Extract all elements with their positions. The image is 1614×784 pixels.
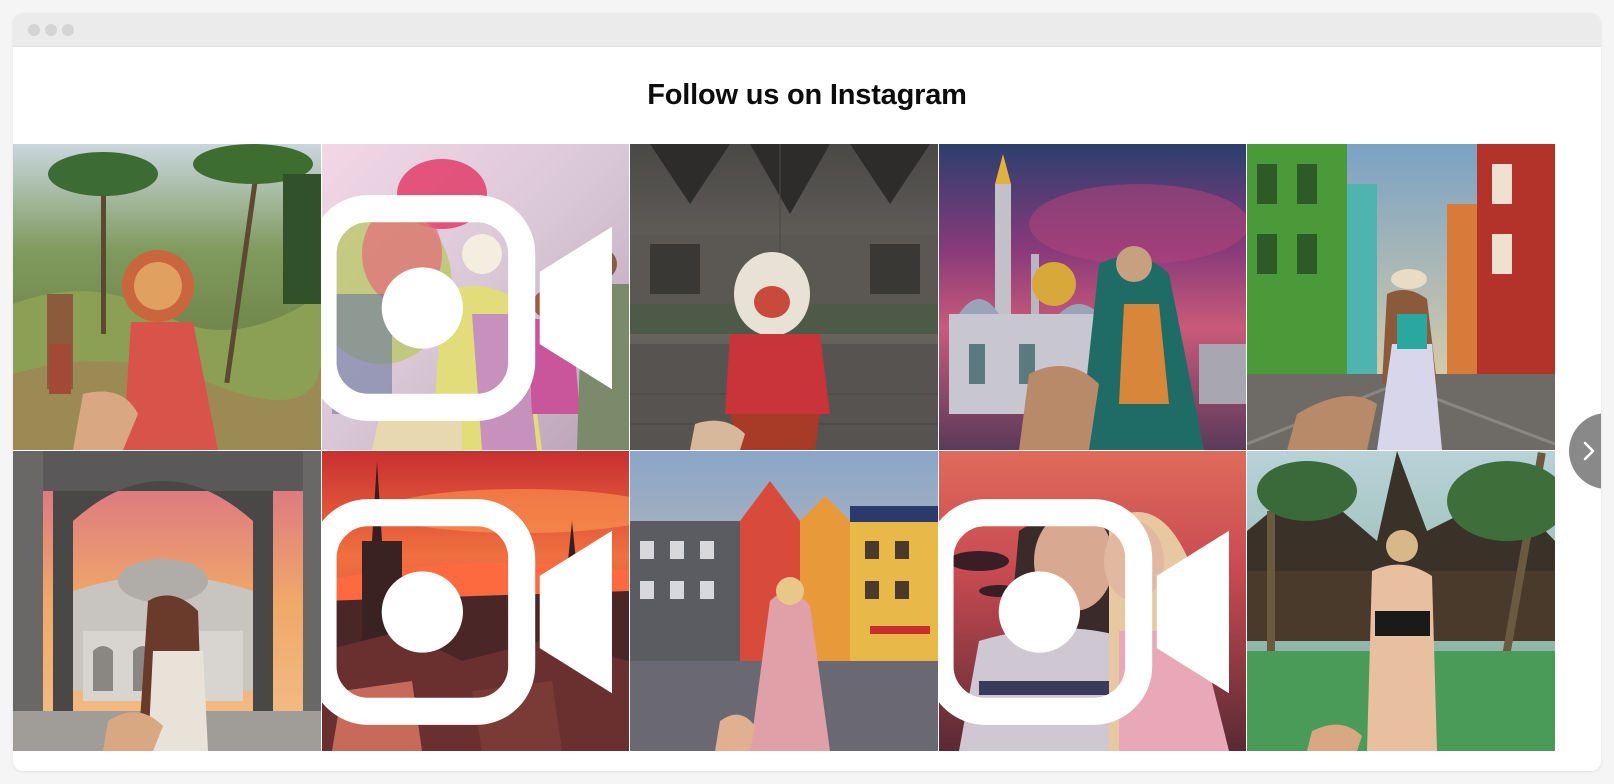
instagram-post[interactable]: [630, 451, 938, 751]
instagram-post[interactable]: [1247, 451, 1555, 751]
video-camera-icon: [322, 499, 612, 725]
instagram-post[interactable]: [630, 144, 938, 450]
instagram-post[interactable]: [322, 451, 629, 751]
video-camera-icon: [322, 195, 612, 421]
post-image: [13, 451, 321, 751]
window-maximize-dot[interactable]: [62, 24, 74, 36]
instagram-post[interactable]: [1247, 144, 1555, 450]
instagram-post[interactable]: [939, 144, 1246, 450]
instagram-post[interactable]: [939, 451, 1246, 751]
post-image: [1247, 451, 1555, 751]
post-image: [630, 144, 938, 450]
chevron-right-icon: [1583, 441, 1595, 461]
browser-window: Follow us on Instagram: [13, 13, 1601, 771]
instagram-post[interactable]: [13, 144, 321, 450]
post-image: [630, 451, 938, 751]
instagram-grid: [13, 144, 1601, 771]
post-image: [1247, 144, 1555, 450]
instagram-post[interactable]: [322, 144, 629, 450]
window-titlebar: [13, 13, 1601, 47]
window-close-dot[interactable]: [28, 24, 40, 36]
window-minimize-dot[interactable]: [45, 24, 57, 36]
video-camera-icon: [939, 499, 1229, 725]
post-image: [13, 144, 321, 450]
post-image: [939, 144, 1246, 450]
carousel-next-button[interactable]: [1569, 413, 1601, 489]
instagram-post[interactable]: [13, 451, 321, 751]
page-title: Follow us on Instagram: [647, 79, 967, 111]
